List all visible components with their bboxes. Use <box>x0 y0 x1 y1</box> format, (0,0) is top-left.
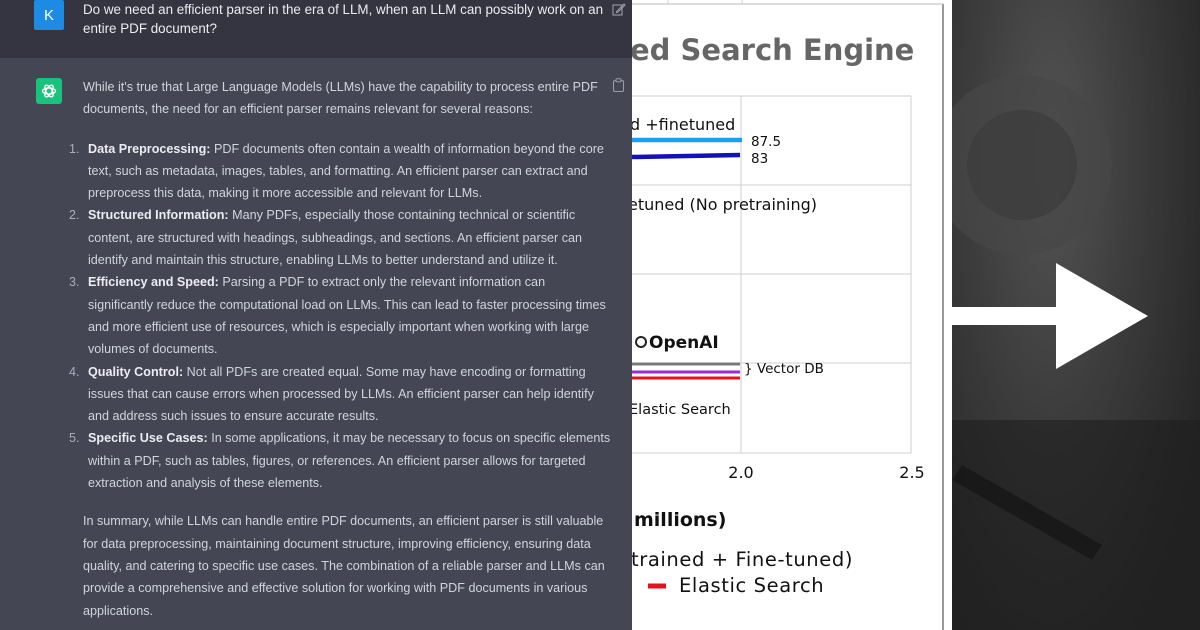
x-axis-label: millions) <box>634 509 726 531</box>
list-number: 1. <box>69 141 80 156</box>
list-number: 4. <box>69 364 80 379</box>
openai-logo-icon <box>635 336 647 348</box>
list-item: 5. Specific Use Cases: In some applicatio… <box>69 427 613 494</box>
row-label-no-pretraining: etuned (No pretraining) <box>632 195 817 214</box>
point-title: Quality Control: <box>88 364 184 379</box>
bar-finetuned-dark <box>632 152 741 160</box>
list-item: 3. Efficiency and Speed: Parsing a PDF to… <box>69 271 613 360</box>
chart-title: ed Search Engine <box>632 33 914 67</box>
point-title: Data Preprocessing: <box>88 141 211 156</box>
legend-entry-elastic: Elastic Search <box>679 574 824 597</box>
background-photo-art <box>952 75 1200 630</box>
chat-panel: K Do we need an efficient parser in the … <box>0 0 632 630</box>
list-item: 4. Quality Control: Not all PDFs are crea… <box>69 361 613 428</box>
edit-icon[interactable] <box>612 2 626 16</box>
legend-entry-finetuned: trained + Fine-tuned) <box>632 548 853 571</box>
value-label: 83 <box>751 151 768 167</box>
list-item: 1. Data Preprocessing: PDF documents ofte… <box>69 138 613 205</box>
list-item: 2. Structured Information: Many PDFs, esp… <box>69 204 613 271</box>
row-label-openai: OpenAI <box>649 333 719 353</box>
copy-icon[interactable] <box>612 78 625 92</box>
row-label-elastic: Elastic Search <box>632 402 731 418</box>
lamp-silhouette <box>967 110 1077 220</box>
assistant-answer: While it's true that Large Language Mode… <box>69 76 613 622</box>
chart-canvas: ed Search Engine d +finetuned etuned (No… <box>632 0 944 630</box>
background-photo <box>952 0 1200 630</box>
assistant-avatar <box>36 78 62 104</box>
x-tick-label: 2.5 <box>899 463 924 482</box>
point-title: Specific Use Cases: <box>88 431 208 446</box>
user-question-text: Do we need an efficient parser in the er… <box>83 2 604 36</box>
chart-screenshot: ed Search Engine d +finetuned etuned (No… <box>632 0 952 630</box>
answer-intro: While it's true that Large Language Mode… <box>83 80 598 117</box>
point-title: Structured Information: <box>88 208 229 223</box>
desk-shadow <box>952 420 1200 630</box>
row-label-finetuned: d +finetuned <box>632 115 735 134</box>
point-title: Efficiency and Speed: <box>88 275 219 290</box>
user-message-row: K Do we need an efficient parser in the … <box>0 0 632 58</box>
x-tick-label: 2.0 <box>728 463 753 482</box>
list-number: 5. <box>69 431 80 446</box>
arrow-right-icon <box>952 263 1148 369</box>
answer-summary: In summary, while LLMs can handle entire… <box>83 514 605 618</box>
user-avatar: K <box>34 0 64 30</box>
answer-points: 1. Data Preprocessing: PDF documents ofte… <box>69 138 613 495</box>
list-number: 2. <box>69 208 80 223</box>
openai-logo-icon <box>41 84 57 98</box>
openai-row-label: OpenAI <box>635 333 719 353</box>
vector-db-label: } Vector DB <box>744 361 824 377</box>
value-label: 87.5 <box>751 134 781 150</box>
list-number: 3. <box>69 275 80 290</box>
